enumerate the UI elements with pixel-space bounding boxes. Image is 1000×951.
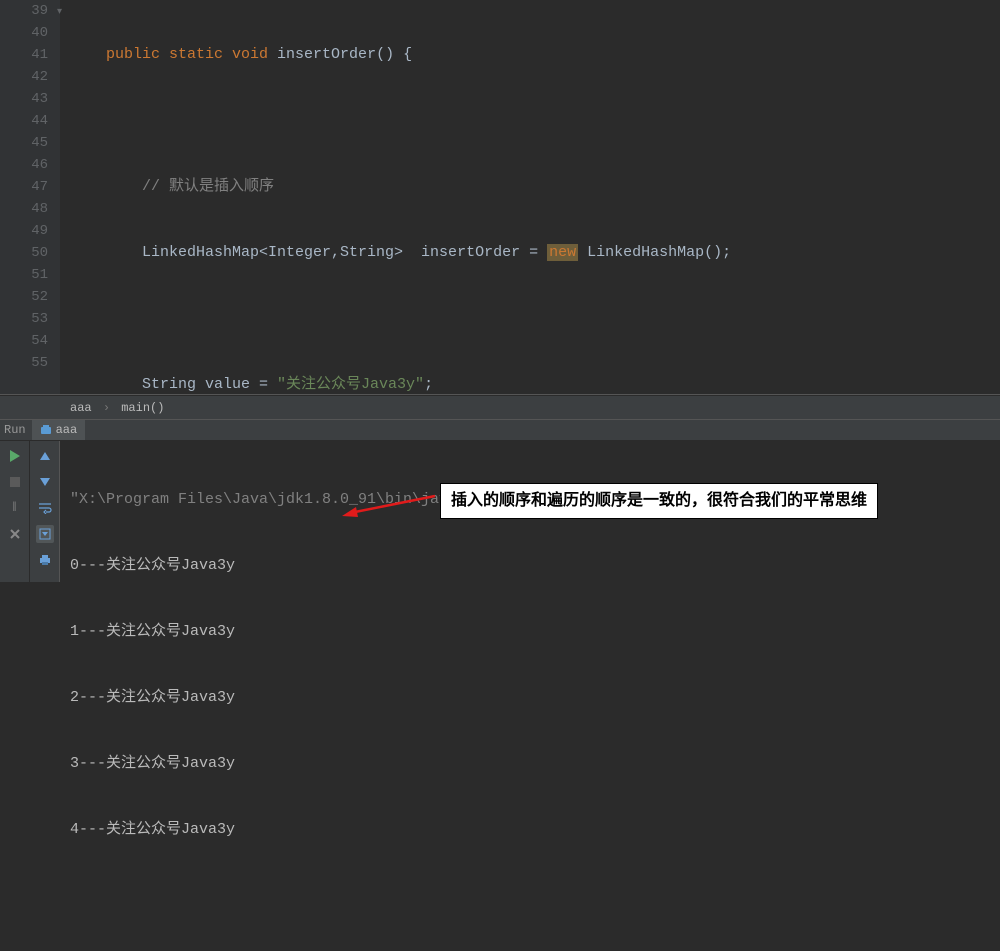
run-config-tab[interactable]: aaa [32, 420, 86, 440]
console-line: 1---关注公众号Java3y [70, 621, 990, 643]
editor-area: ▾ 39 40 41 42 43 44 45 46 47 48 49 50 51… [0, 0, 1000, 395]
console-line: 4---关注公众号Java3y [70, 819, 990, 841]
console-line: 0---关注公众号Java3y [70, 555, 990, 577]
line-number: 52 [0, 286, 48, 308]
pause-button[interactable]: ‖ [6, 499, 24, 517]
console-line: 2---关注公众号Java3y [70, 687, 990, 709]
run-tool-header: Run aaa [0, 419, 1000, 441]
console-output[interactable]: "X:\Program Files\Java\jdk1.8.0_91\bin\j… [60, 441, 1000, 582]
soft-wrap-button[interactable] [36, 499, 54, 517]
line-number: 49 [0, 220, 48, 242]
console-toolbar-inner [30, 441, 60, 582]
comment: // 默认是插入顺序 [70, 178, 274, 195]
console-line: 3---关注公众号Java3y [70, 753, 990, 775]
console-area: ‖ "X:\Program Files\Java\jdk1.8.0_91\bin… [0, 441, 1000, 582]
scroll-to-end-button[interactable] [36, 525, 54, 543]
line-number: 55 [0, 352, 48, 374]
code-editor[interactable]: public static void insertOrder() { // 默认… [60, 0, 1000, 394]
code-text: LinkedHashMap<Integer,String> insertOrde… [70, 244, 547, 261]
rerun-button[interactable] [6, 447, 24, 465]
line-number: 48 [0, 198, 48, 220]
line-number: 45 [0, 132, 48, 154]
code-text: insertOrder() { [268, 46, 412, 63]
print-button[interactable] [36, 551, 54, 569]
code-text: ; [424, 376, 433, 393]
line-gutter: ▾ 39 40 41 42 43 44 45 46 47 48 49 50 51… [0, 0, 60, 394]
stop-button[interactable] [6, 473, 24, 491]
breadcrumb: aaa › main() [0, 395, 1000, 419]
run-tab-label: aaa [56, 420, 78, 440]
line-number: 53 [0, 308, 48, 330]
line-number: 43 [0, 88, 48, 110]
line-number: 40 [0, 22, 48, 44]
breadcrumb-separator: › [103, 401, 110, 415]
breadcrumb-item[interactable]: aaa [70, 401, 92, 415]
code-text [70, 46, 106, 63]
down-button[interactable] [36, 473, 54, 491]
line-number: 46 [0, 154, 48, 176]
line-number: 42 [0, 66, 48, 88]
line-number: 51 [0, 264, 48, 286]
fold-icon[interactable]: ▾ [57, 2, 62, 24]
line-number: 39 [0, 0, 48, 22]
console-toolbar-left: ‖ [0, 441, 30, 582]
line-number: 50 [0, 242, 48, 264]
breadcrumb-item[interactable]: main() [121, 401, 164, 415]
keyword-new: new [547, 244, 578, 261]
code-text: LinkedHashMap(); [578, 244, 731, 261]
string: "关注公众号Java3y" [277, 376, 424, 393]
annotation-callout: 插入的顺序和遍历的顺序是一致的，很符合我们的平常思维 [440, 483, 878, 519]
line-number: 41 [0, 44, 48, 66]
line-number: 54 [0, 330, 48, 352]
run-label: Run [4, 419, 26, 441]
code-text: String value = [70, 376, 277, 393]
up-button[interactable] [36, 447, 54, 465]
run-config-icon [40, 424, 52, 436]
line-number: 44 [0, 110, 48, 132]
exit-button[interactable] [6, 525, 24, 543]
keyword: public static void [106, 46, 268, 63]
line-number: 47 [0, 176, 48, 198]
